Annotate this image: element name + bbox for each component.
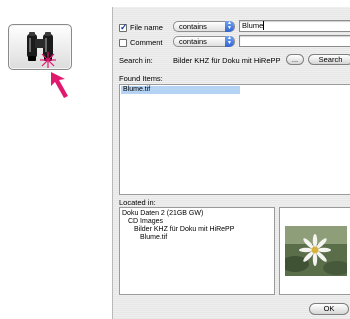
find-dialog: File name contains ▲▼ Blume Comment cont… bbox=[112, 7, 350, 319]
tree-item-file[interactable]: Blume.tif bbox=[140, 234, 167, 241]
tree-item-subfolder[interactable]: Bilder KHZ für Doku mit HiRePP bbox=[134, 226, 234, 233]
filename-input-value: Blume bbox=[242, 21, 264, 30]
preview-pane bbox=[279, 207, 350, 295]
located-in-tree[interactable]: Doku Daten 2 (21GB GW) CD Images Bilder … bbox=[119, 207, 275, 295]
search-location: Bilder KHZ für Doku mit HiRePP bbox=[173, 56, 281, 65]
comment-checkbox[interactable] bbox=[119, 38, 127, 47]
ok-button[interactable]: OK bbox=[309, 303, 349, 315]
filename-label: File name bbox=[130, 23, 163, 32]
search-in-label: Search in: bbox=[119, 56, 153, 65]
filename-criterion-row: File name bbox=[119, 21, 163, 34]
flower-thumbnail bbox=[285, 226, 347, 276]
popup-arrows-icon: ▲ ▼ bbox=[225, 36, 234, 47]
search-button[interactable]: Search bbox=[308, 54, 350, 65]
found-items-list[interactable]: Blume.tif bbox=[119, 84, 350, 195]
comment-operator-value: contains bbox=[179, 37, 207, 46]
comment-operator-select[interactable]: contains ▲ ▼ bbox=[173, 36, 235, 47]
located-in-label: Located in: bbox=[119, 198, 156, 207]
filename-checkbox[interactable] bbox=[119, 22, 128, 33]
list-item[interactable]: Blume.tif bbox=[121, 86, 240, 94]
browse-button[interactable]: ... bbox=[286, 54, 304, 65]
tree-item-volume[interactable]: Doku Daten 2 (21GB GW) bbox=[122, 210, 203, 217]
tree-item-folder[interactable]: CD Images bbox=[128, 218, 163, 225]
popup-arrows-icon: ▲ ▼ bbox=[225, 21, 234, 32]
filename-operator-value: contains bbox=[179, 22, 207, 31]
comment-input[interactable] bbox=[239, 35, 350, 47]
comment-label: Comment bbox=[130, 38, 163, 47]
pointer-arrow-icon bbox=[51, 72, 68, 98]
filename-operator-select[interactable]: contains ▲ ▼ bbox=[173, 21, 235, 32]
filename-input[interactable]: Blume bbox=[239, 20, 350, 32]
comment-criterion-row: Comment bbox=[119, 36, 163, 49]
sparkle-icon bbox=[40, 52, 56, 68]
found-items-label: Found Items: bbox=[119, 74, 163, 83]
